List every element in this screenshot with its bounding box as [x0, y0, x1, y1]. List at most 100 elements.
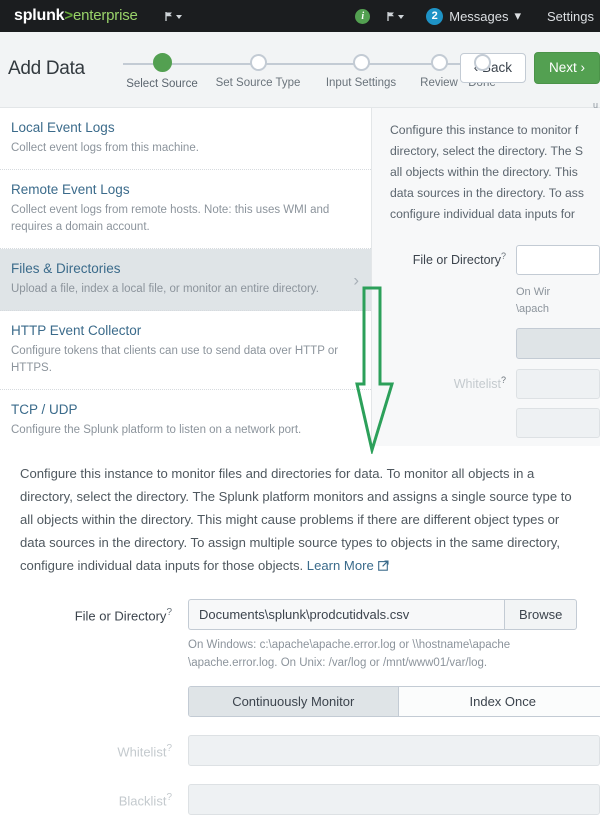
chevron-down-icon: ▾: [514, 8, 522, 23]
label-text: Whitelist: [453, 377, 501, 392]
logo-product: enterprise: [72, 7, 138, 24]
config-description-line: directory, select the directory. The S: [390, 144, 584, 158]
source-item-http-event-collector[interactable]: HTTP Event Collector Configure tokens th…: [0, 311, 371, 390]
data-source-list: Local Event Logs Collect event logs from…: [0, 108, 372, 446]
wizard-step-label: Select Source: [126, 78, 198, 90]
file-hint-line-2: \apache.error.log. On Unix: /var/log or …: [188, 657, 488, 669]
config-description-line: data sources in the directory. To ass: [390, 186, 584, 200]
detail-section: Configure this instance to monitor files…: [0, 446, 600, 815]
config-hint-line: On Wir: [516, 286, 551, 298]
config-blacklist-row: [390, 408, 600, 438]
config-file-or-directory-row: File or Directory?: [390, 245, 600, 275]
flag-icon[interactable]: [164, 11, 182, 22]
wizard-step-label: Set Source Type: [215, 77, 301, 89]
page-title: Add Data: [8, 58, 85, 79]
learn-more-link[interactable]: Learn More: [307, 558, 374, 573]
detail-form: File or Directory? Browse On Windows: c:…: [0, 599, 600, 815]
blacklist-label: Blacklist?: [0, 784, 172, 808]
file-or-directory-input[interactable]: [516, 245, 600, 275]
messages-count-badge: 2: [426, 7, 444, 25]
whitelist-label: Whitelist?: [390, 369, 506, 391]
source-item-description: Configure tokens that clients can use to…: [11, 345, 339, 374]
chevron-down-icon: [175, 15, 182, 19]
detail-description-text: Configure this instance to monitor files…: [20, 466, 572, 573]
settings-menu[interactable]: Settings: [547, 9, 600, 24]
logo-brand: splunk: [14, 7, 65, 24]
source-item-title: HTTP Event Collector: [11, 323, 142, 338]
whitelist-input[interactable]: [516, 369, 600, 399]
config-form: File or Directory? On Wir \apach Whiteli…: [390, 245, 600, 438]
step-dot-icon: [152, 53, 172, 72]
help-icon[interactable]: ?: [166, 607, 172, 618]
chevron-down-icon: [398, 15, 405, 19]
source-item-files-and-directories[interactable]: Files & Directories Upload a file, index…: [0, 249, 371, 311]
messages-label: Messages: [449, 8, 509, 24]
label-text: Blacklist: [118, 793, 167, 809]
config-description-line: all objects within the directory. This: [390, 165, 578, 179]
next-button[interactable]: Next ›: [533, 52, 600, 84]
logo-separator: >: [64, 7, 73, 24]
messages-menu[interactable]: 2 Messages ▾: [426, 7, 522, 25]
file-or-directory-label: File or Directory?: [0, 599, 172, 623]
help-icon[interactable]: ?: [166, 743, 172, 754]
source-item-title: Remote Event Logs: [11, 182, 130, 197]
add-data-top-panel: Local Event Logs Collect event logs from…: [0, 108, 600, 446]
file-or-directory-label: File or Directory?: [390, 245, 506, 267]
detail-blacklist-row: Blacklist?: [0, 784, 600, 815]
source-item-title: Local Event Logs: [11, 120, 115, 135]
info-icon[interactable]: i: [355, 8, 371, 24]
whitelist-label: Whitelist?: [0, 735, 172, 759]
app-screen: splunk > enterprise i 2 Messages ▾ Settin: [0, 0, 600, 826]
top-navbar: splunk > enterprise i 2 Messages ▾ Settin: [0, 0, 600, 32]
source-item-title: TCP / UDP: [11, 402, 78, 417]
detail-whitelist-row: Whitelist?: [0, 735, 600, 766]
external-link-icon[interactable]: [377, 555, 389, 578]
file-hint-line-1: On Windows: c:\apache\apache.error.log o…: [188, 639, 511, 651]
navbar-right-group: i 2 Messages ▾ Settings: [355, 7, 600, 25]
activity-flag-icon[interactable]: [386, 11, 405, 22]
step-dot-icon: [249, 54, 267, 71]
file-or-directory-field-group: Browse: [188, 599, 578, 630]
source-item-description: Configure the Splunk platform to listen …: [11, 424, 302, 436]
help-icon[interactable]: ?: [501, 251, 506, 261]
config-monitor-toggle[interactable]: [516, 328, 600, 359]
detail-description: Configure this instance to monitor files…: [0, 462, 600, 577]
source-item-description: Collect event logs from remote hosts. No…: [11, 204, 330, 233]
detail-file-or-directory-row: File or Directory? Browse: [0, 599, 600, 630]
source-item-tcp-udp[interactable]: TCP / UDP Configure the Splunk platform …: [0, 390, 371, 446]
label-text: File or Directory: [412, 253, 501, 268]
step-dot-icon: [430, 54, 448, 71]
config-description-line: Configure this instance to monitor f: [390, 123, 579, 137]
label-text: File or Directory: [74, 608, 167, 624]
config-whitelist-row: Whitelist?: [390, 369, 600, 399]
down-arrow-annotation: [355, 286, 401, 456]
source-item-description: Collect event logs from this machine.: [11, 142, 199, 154]
file-or-directory-input[interactable]: [188, 599, 504, 630]
source-item-remote-event-logs[interactable]: Remote Event Logs Collect event logs fro…: [0, 170, 371, 249]
wizard-header: Add Data Select Source Set Source Type I…: [0, 32, 600, 110]
back-button[interactable]: ‹ Back: [459, 53, 526, 83]
source-item-local-event-logs[interactable]: Local Event Logs Collect event logs from…: [0, 108, 371, 170]
blacklist-input[interactable]: [188, 784, 600, 815]
step-dot-icon: [352, 54, 370, 71]
source-item-description: Upload a file, index a local file, or mo…: [11, 283, 319, 295]
help-icon[interactable]: ?: [501, 375, 506, 385]
help-icon[interactable]: ?: [166, 792, 172, 803]
monitor-mode-toggle: Continuously Monitor Index Once: [188, 686, 600, 717]
wizard-step-set-source-type[interactable]: Set Source Type: [203, 48, 313, 89]
source-config-panel: Configure this instance to monitor f dir…: [372, 108, 600, 446]
config-description-line: configure individual data inputs for: [390, 207, 575, 221]
step-dot-icon: [473, 54, 491, 71]
source-item-title: Files & Directories: [11, 261, 121, 276]
continuously-monitor-option[interactable]: Continuously Monitor: [189, 687, 399, 716]
config-hint-line: \apach: [516, 303, 550, 315]
whitelist-input[interactable]: [188, 735, 600, 766]
blacklist-label-spacer: [390, 408, 506, 428]
wizard-step-select-source[interactable]: Select Source: [110, 48, 214, 90]
label-text: Whitelist: [117, 744, 167, 760]
blacklist-input[interactable]: [516, 408, 600, 438]
splunk-logo[interactable]: splunk > enterprise: [14, 7, 138, 25]
index-once-option[interactable]: Index Once: [398, 687, 600, 716]
wizard-steps: Select Source Set Source Type Input Sett…: [110, 48, 496, 104]
browse-button[interactable]: Browse: [504, 599, 578, 630]
